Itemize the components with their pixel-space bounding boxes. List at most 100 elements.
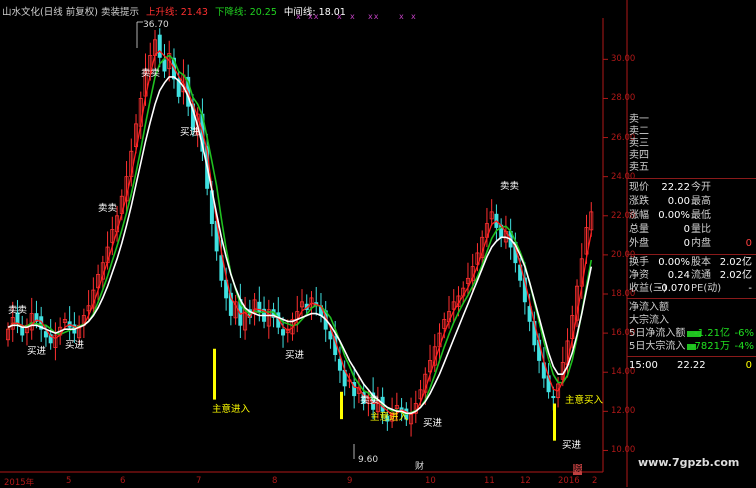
watermark: www.7gpzb.com xyxy=(638,456,740,469)
x-tick-label: 2015年 xyxy=(4,478,35,488)
down-line-label: 下降线: xyxy=(214,7,247,18)
quote-value: 0 xyxy=(683,224,690,235)
y-tick-label: 30.00 xyxy=(611,54,636,65)
flow-label: 大宗流入 xyxy=(629,315,669,326)
tick-volume: 0 xyxy=(745,360,752,371)
signal-label: 卖卖 xyxy=(360,394,380,406)
stat-label: PE(动) xyxy=(691,283,722,294)
signal-label: 卖卖 xyxy=(500,181,520,193)
candle-body xyxy=(281,329,286,336)
signal-mark: x xyxy=(350,12,356,21)
flow-percent: -4% xyxy=(734,341,754,352)
quote-value: 0 xyxy=(745,238,752,249)
tick-time: 15:00 xyxy=(629,360,658,371)
signal-label: 买进 xyxy=(285,349,305,361)
x-tick-label: 10 xyxy=(425,476,436,486)
stat-value: 2.02亿 xyxy=(719,257,752,268)
low-annotation: 9.60 xyxy=(358,455,379,465)
signal-label: 卖卖 xyxy=(141,68,161,80)
quote-label: 内盘 xyxy=(691,238,711,249)
candle-body xyxy=(157,34,162,58)
x-tick-label: 11 xyxy=(484,476,495,486)
flow-percent: -6% xyxy=(734,328,754,339)
exright-mark[interactable]: 除 xyxy=(573,464,583,475)
ask-level-label: 卖四 xyxy=(629,150,649,161)
down-line-value: 20.25 xyxy=(249,7,277,18)
signal-mark: x xyxy=(411,12,417,21)
quote-label: 量比 xyxy=(691,224,711,235)
up-line-value: 21.43 xyxy=(180,7,208,18)
x-tick-label: 9 xyxy=(347,476,353,486)
panel-divider xyxy=(627,356,756,357)
quote-label: 外盘 xyxy=(629,238,649,249)
signal-mark: x xyxy=(337,12,343,21)
quote-label: 涨跌 xyxy=(629,196,649,207)
quote-label: 涨幅 xyxy=(629,210,649,221)
up-line-label: 上升线: xyxy=(145,7,178,18)
signal-mark: x xyxy=(296,12,302,21)
signal-label: 主意进入 xyxy=(370,412,409,424)
signal-label: 买进 xyxy=(65,339,85,351)
signal-bar xyxy=(553,403,556,441)
candle-body xyxy=(162,59,167,72)
signal-label: 买进 xyxy=(562,439,582,451)
signal-label: 卖卖 xyxy=(98,202,118,214)
quote-value: 0.00 xyxy=(667,196,690,207)
ask-level-label: 卖五 xyxy=(629,162,649,173)
mid-line xyxy=(7,76,593,415)
signal-label: 主意进入 xyxy=(212,404,251,416)
quote-value: 0 xyxy=(683,238,690,249)
stat-label: 股本 xyxy=(691,257,711,268)
panel-divider xyxy=(627,298,756,299)
x-tick-label: 8 xyxy=(272,476,278,486)
candle-body xyxy=(43,331,48,338)
quote-label: 总量 xyxy=(629,224,649,235)
signal-mark: xx xyxy=(368,12,380,21)
ask-level-label: 卖三 xyxy=(629,138,649,149)
candle-body xyxy=(337,358,342,371)
x-tick-label: 6 xyxy=(120,476,126,486)
stat-label: 换手 xyxy=(629,257,649,268)
signal-label: 卖卖 xyxy=(8,304,28,316)
signal-label: 主意买入 xyxy=(565,394,604,406)
stat-value: - xyxy=(748,283,752,294)
flow-label: 5日大宗流入 xyxy=(629,341,686,352)
y-tick-label: 28.00 xyxy=(611,93,636,104)
quote-label: 最高 xyxy=(691,196,711,207)
quote-label: 现价 xyxy=(629,182,649,193)
signal-label: 买进 xyxy=(423,418,443,430)
panel-divider xyxy=(627,178,756,179)
high-annotation: 36.70 xyxy=(143,20,169,30)
ask-level-label: 卖二 xyxy=(629,126,649,137)
candle-body xyxy=(551,396,556,399)
x-tick-label: 5 xyxy=(66,476,72,486)
stat-label: 净资 xyxy=(629,270,649,281)
stat-value: 2.02亿 xyxy=(719,270,752,281)
quote-label: 最低 xyxy=(691,210,711,221)
flow-value: -7821万 xyxy=(690,341,730,352)
signal-mark: x xyxy=(399,12,405,21)
flow-value: -1.21亿 xyxy=(694,328,730,339)
y-tick-label: 10.00 xyxy=(611,445,636,456)
signal-mark: xx xyxy=(308,12,320,21)
panel-divider xyxy=(627,254,756,255)
x-tick-label: 7 xyxy=(196,476,202,486)
x-tick-label: 12 xyxy=(520,476,531,486)
quote-label: 今开 xyxy=(691,182,711,193)
x-tick-label: 2016 xyxy=(558,476,580,486)
signal-label: 买进 xyxy=(180,126,200,138)
stat-value: 0.00% xyxy=(658,257,690,268)
tick-price: 22.22 xyxy=(677,360,706,371)
x-tick-label: 2 xyxy=(592,476,598,486)
signal-label: 买进 xyxy=(27,345,47,357)
flow-label: 净流入额 xyxy=(629,302,669,313)
signal-bar xyxy=(340,391,343,420)
stat-value: -0.070 xyxy=(657,283,690,294)
chart-title: 山水文化(日线 前复权) 卖装提示 xyxy=(2,7,139,18)
stat-value: 0.24 xyxy=(667,270,690,281)
quote-value: 22.22 xyxy=(661,182,690,193)
finance-mark[interactable]: 财 xyxy=(415,462,424,473)
stat-label: 流通 xyxy=(691,270,711,281)
flow-label: 5日净流入额 xyxy=(629,328,686,339)
quote-panel: 卖一 卖二 卖三 卖四 卖五 现价 22.22 今开 涨跌 0.00 最高 涨幅 0.00% 最低 总量 0 量… xyxy=(627,112,756,412)
